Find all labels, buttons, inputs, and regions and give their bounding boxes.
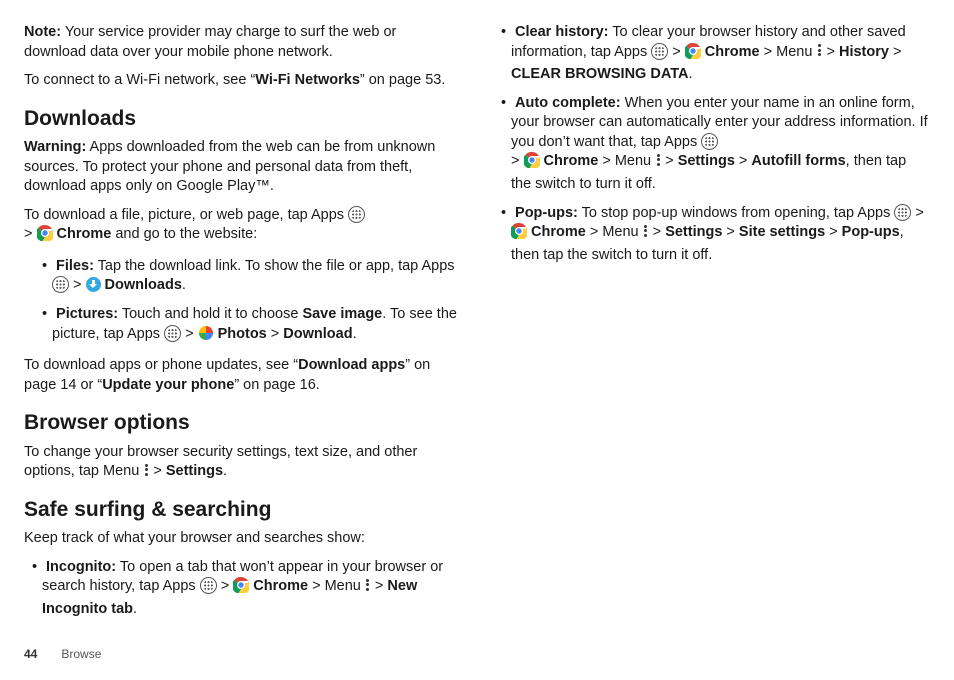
warning-paragraph: Warning: Apps downloaded from the web ca… [24, 138, 461, 197]
files-item: Files: Tap the download link. To show th… [24, 257, 461, 296]
footer-section: Browse [61, 647, 101, 661]
apps-icon [348, 206, 365, 223]
left-column: Note: Your service provider may charge t… [24, 18, 461, 628]
menu-icon [643, 223, 649, 238]
page-columns: Note: Your service provider may charge t… [24, 18, 930, 628]
chrome-icon [511, 223, 527, 246]
download-instructions: To download a file, picture, or web page… [24, 206, 461, 248]
popups-item: Pop-ups: To stop pop-up windows from ope… [493, 204, 930, 266]
menu-icon [655, 152, 661, 167]
download-list: Files: Tap the download link. To show th… [24, 257, 461, 347]
browser-options-paragraph: To change your browser security settings… [24, 443, 461, 482]
clear-history-item: Clear history: To clear your browser his… [493, 23, 930, 85]
apps-icon [164, 325, 181, 342]
note-label: Note: [24, 24, 61, 40]
downloads-icon [86, 277, 101, 292]
heading-downloads: Downloads [24, 105, 461, 133]
safe-list-left: Incognito: To open a tab that won’t appe… [24, 558, 461, 620]
chrome-icon [524, 152, 540, 175]
wifi-link: Wi-Fi Networks [255, 72, 360, 88]
apps-icon [651, 43, 668, 60]
chrome-icon [37, 225, 53, 248]
photos-icon [198, 325, 214, 348]
apps-icon [894, 204, 911, 221]
apps-icon [52, 276, 69, 293]
auto-complete-item: Auto complete: When you enter your name … [493, 94, 930, 195]
menu-icon [816, 43, 822, 58]
apps-icon [200, 577, 217, 594]
chrome-icon [685, 43, 701, 66]
safe-list-right: Clear history: To clear your browser his… [493, 23, 930, 265]
menu-icon [143, 462, 149, 477]
page-number: 44 [24, 647, 37, 661]
safe-intro: Keep track of what your browser and sear… [24, 529, 461, 549]
pictures-item: Pictures: Touch and hold it to choose Sa… [24, 305, 461, 347]
menu-icon [365, 577, 371, 592]
page-footer: 44 Browse [24, 646, 930, 662]
chrome-icon [233, 577, 249, 600]
download-apps-paragraph: To download apps or phone updates, see “… [24, 356, 461, 395]
heading-browser-options: Browser options [24, 409, 461, 437]
note-text: Your service provider may charge to surf… [24, 24, 396, 60]
wifi-paragraph: To connect to a Wi-Fi network, see “Wi-F… [24, 71, 461, 91]
note-paragraph: Note: Your service provider may charge t… [24, 23, 461, 62]
right-column: Clear history: To clear your browser his… [493, 18, 930, 628]
incognito-item: Incognito: To open a tab that won’t appe… [24, 558, 461, 620]
apps-icon [701, 133, 718, 150]
heading-safe-surfing: Safe surfing & searching [24, 496, 461, 524]
warning-label: Warning: [24, 139, 86, 155]
